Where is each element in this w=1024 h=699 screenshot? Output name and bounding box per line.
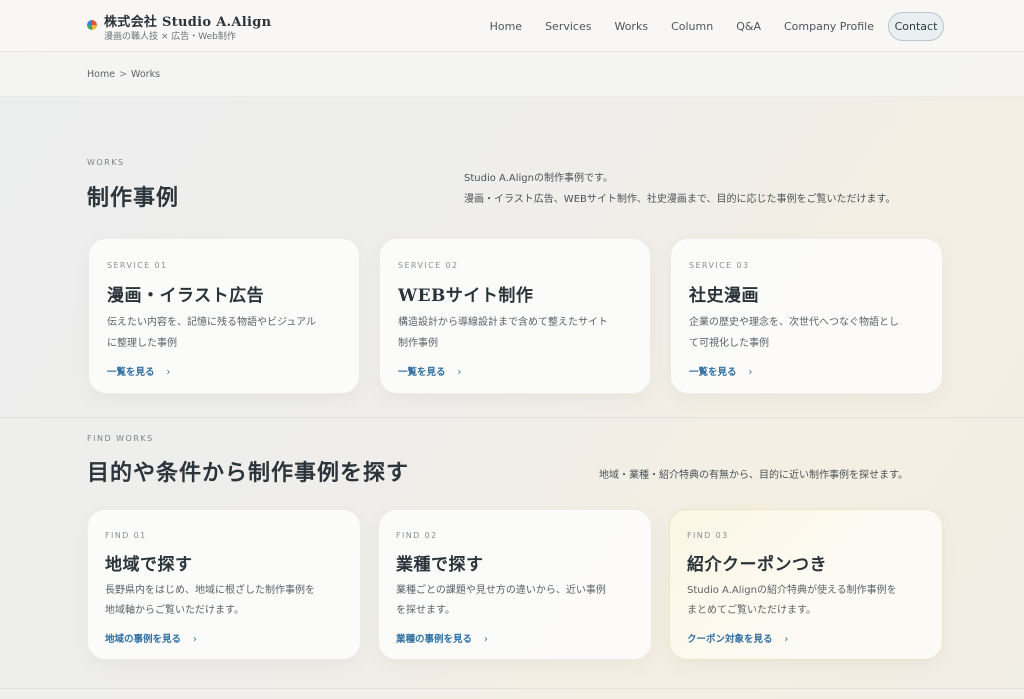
- link-label: 一覧を見る: [107, 367, 155, 378]
- card-kicker: SERVICE 01: [107, 261, 168, 270]
- service-card-company-history[interactable]: SERVICE 03 社史漫画 企業の歴史や理念を、次世代へつなぐ物語とし て可…: [670, 238, 943, 394]
- breadcrumb-bar: Home > Works: [0, 52, 1024, 97]
- breadcrumb: Home > Works: [87, 69, 160, 80]
- breadcrumb-separator: >: [119, 69, 128, 80]
- card-title: 社史漫画: [689, 286, 759, 306]
- card-desc-line-1: 業種ごとの課題や見せ方の違いから、近い事例: [396, 585, 606, 596]
- card-desc-line-1: 長野県内をはじめ、地域に根ざした制作事例を: [105, 585, 315, 596]
- find-card-coupon[interactable]: FIND 03 紹介クーポンつき Studio A.Alignの紹介特典が使える…: [669, 509, 943, 660]
- brand-name[interactable]: 株式会社 Studio A.Align: [104, 11, 271, 30]
- view-region-link[interactable]: 地域の事例を見る ›: [105, 631, 197, 645]
- find-lead: 地域・業種・紹介特典の有無から、目的に近い制作事例を探せます。: [599, 470, 908, 481]
- view-list-link[interactable]: 一覧を見る ›: [689, 364, 752, 378]
- find-title: 目的や条件から制作事例を探す: [87, 460, 410, 486]
- nav-qa[interactable]: Q&A: [736, 20, 761, 33]
- works-lead-line-1: Studio A.Alignの制作事例です。: [464, 173, 613, 184]
- contact-button[interactable]: Contact: [888, 12, 944, 41]
- nav-home[interactable]: Home: [490, 20, 522, 33]
- service-card-web[interactable]: SERVICE 02 WEBサイト制作 構造設計から導線設計まで含めて整えたサイ…: [379, 238, 651, 394]
- nav-company-profile[interactable]: Company Profile: [784, 20, 874, 33]
- nav-column[interactable]: Column: [671, 20, 713, 33]
- card-title: 業種で探す: [396, 555, 484, 575]
- logo-icon[interactable]: [87, 20, 97, 30]
- card-title: 紹介クーポンつき: [687, 555, 827, 575]
- view-coupon-link[interactable]: クーポン対象を見る ›: [687, 631, 788, 645]
- link-label: 業種の事例を見る: [396, 634, 473, 645]
- view-list-link[interactable]: 一覧を見る ›: [398, 364, 461, 378]
- card-desc-line-2: 制作事例: [398, 338, 438, 349]
- view-list-link[interactable]: 一覧を見る ›: [107, 364, 170, 378]
- breadcrumb-current: Works: [131, 69, 161, 80]
- chevron-right-icon: ›: [784, 634, 789, 645]
- find-card-region[interactable]: FIND 01 地域で探す 長野県内をはじめ、地域に根ざした制作事例を 地域軸か…: [87, 509, 361, 660]
- card-title: 地域で探す: [105, 555, 193, 575]
- find-card-industry[interactable]: FIND 02 業種で探す 業種ごとの課題や見せ方の違いから、近い事例 を探せま…: [378, 509, 652, 660]
- chevron-right-icon: ›: [193, 634, 197, 645]
- section-divider-bottom: [0, 688, 1024, 689]
- works-title: 制作事例: [87, 185, 180, 211]
- service-card-manga-ad[interactable]: SERVICE 01 漫画・イラスト広告 伝えたい内容を、記憶に残る物語やビジュ…: [88, 238, 360, 394]
- breadcrumb-home[interactable]: Home: [87, 69, 115, 80]
- chevron-right-icon: ›: [166, 367, 171, 378]
- card-desc-line-2: て可視化した事例: [689, 338, 769, 349]
- chevron-right-icon: ›: [748, 367, 753, 378]
- card-kicker: SERVICE 03: [689, 261, 750, 270]
- card-desc-line-1: Studio A.Alignの紹介特典が使える制作事例を: [687, 585, 897, 596]
- nav-services[interactable]: Services: [545, 20, 591, 33]
- chevron-right-icon: ›: [457, 367, 462, 378]
- site-header: 株式会社 Studio A.Align 漫画の職人技 × 広告・Web制作 Ho…: [0, 0, 1024, 52]
- link-label: 一覧を見る: [398, 367, 446, 378]
- card-title: WEBサイト制作: [398, 286, 534, 306]
- brand-tagline: 漫画の職人技 × 広告・Web制作: [104, 32, 236, 42]
- card-kicker: FIND 01: [105, 531, 147, 540]
- nav-works[interactable]: Works: [614, 20, 648, 33]
- chevron-right-icon: ›: [484, 634, 488, 645]
- card-desc-line-1: 企業の歴史や理念を、次世代へつなぐ物語とし: [689, 317, 899, 328]
- works-kicker: WORKS: [87, 158, 125, 167]
- find-kicker: FIND WORKS: [87, 434, 154, 443]
- section-divider: [0, 417, 1024, 418]
- card-desc-line-2: まとめてご覧いただけます。: [687, 605, 816, 616]
- main-nav: Home Services Works Column Q&A Company P…: [467, 0, 874, 52]
- card-desc-line-1: 構造設計から導線設計まで含めて整えたサイト: [398, 317, 608, 328]
- card-kicker: FIND 03: [687, 531, 729, 540]
- works-lead-line-2: 漫画・イラスト広告、WEBサイト制作、社史漫画まで、目的に応じた事例をご覧いただ…: [464, 194, 896, 205]
- card-title: 漫画・イラスト広告: [107, 286, 265, 306]
- link-label: 地域の事例を見る: [105, 634, 182, 645]
- card-desc-line-1: 伝えたい内容を、記憶に残る物語やビジュアル: [107, 317, 316, 328]
- card-desc-line-2: に整理した事例: [107, 338, 177, 349]
- card-kicker: SERVICE 02: [398, 261, 459, 270]
- view-industry-link[interactable]: 業種の事例を見る ›: [396, 631, 488, 645]
- card-kicker: FIND 02: [396, 531, 438, 540]
- card-desc-line-2: 地域軸からご覧いただけます。: [105, 605, 244, 616]
- card-desc-line-2: を探せます。: [396, 605, 455, 616]
- link-label: クーポン対象を見る: [687, 634, 773, 645]
- link-label: 一覧を見る: [689, 367, 737, 378]
